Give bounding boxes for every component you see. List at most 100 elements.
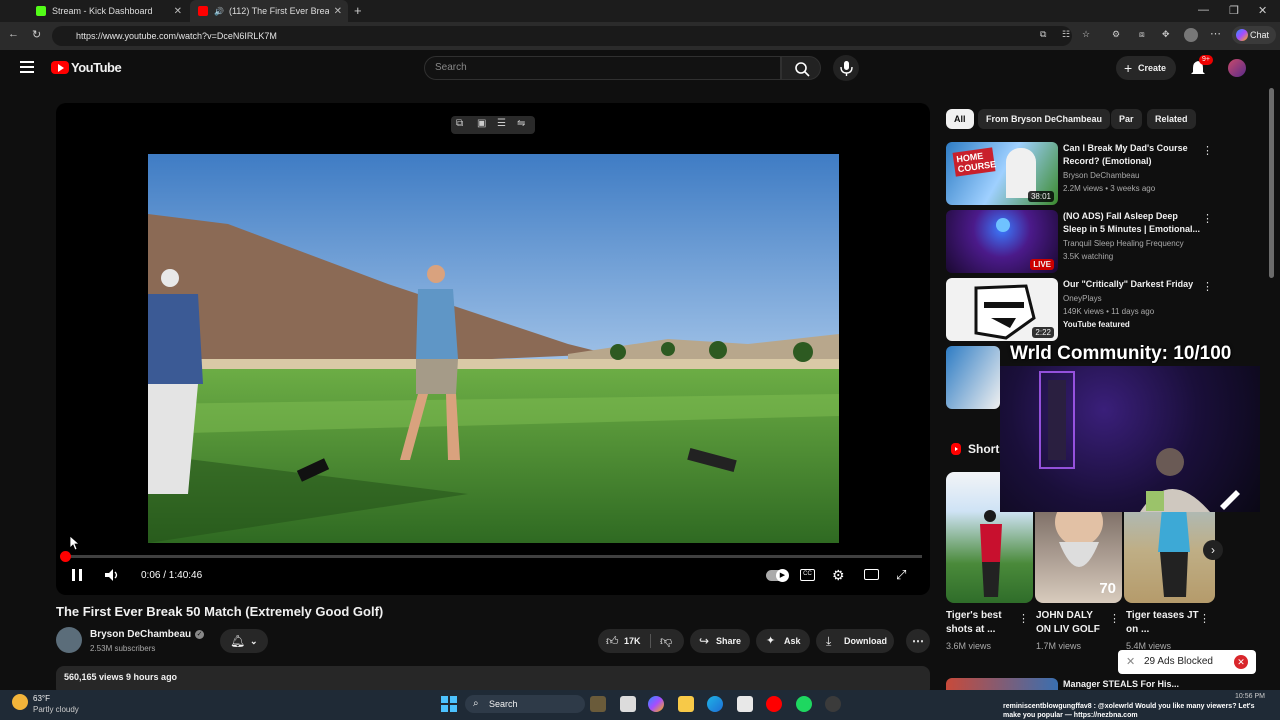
profile-avatar[interactable] bbox=[1184, 28, 1198, 42]
widgets-icon[interactable] bbox=[590, 696, 606, 712]
close-icon[interactable]: ✕ bbox=[1234, 655, 1248, 669]
scrollbar-thumb[interactable] bbox=[1269, 88, 1274, 278]
close-icon[interactable]: ✕ bbox=[174, 6, 182, 17]
tab-youtube[interactable]: 🔊 (112) The First Ever Break 5( ✕ bbox=[190, 0, 348, 22]
chip-all[interactable]: All bbox=[946, 109, 974, 129]
youtube-logo-text[interactable]: YouTube bbox=[71, 60, 122, 75]
channel-avatar[interactable] bbox=[56, 627, 82, 653]
recommended-channel[interactable]: Bryson DeChambeau bbox=[1063, 171, 1139, 180]
search-input[interactable]: Search bbox=[424, 56, 781, 80]
refresh-icon[interactable]: ↻ bbox=[32, 28, 41, 41]
copilot-icon[interactable] bbox=[648, 696, 664, 712]
back-icon[interactable]: ← bbox=[8, 28, 19, 40]
recommended-title[interactable]: Manager STEALS For His... bbox=[1063, 679, 1179, 689]
chevron-right-icon[interactable]: › bbox=[1203, 540, 1223, 560]
voice-search-button[interactable] bbox=[833, 55, 859, 81]
recommended-channel[interactable]: Tranquil Sleep Healing Frequency bbox=[1063, 239, 1184, 248]
weather-icon[interactable] bbox=[12, 694, 28, 710]
fullscreen-icon[interactable]: ⤢ bbox=[896, 567, 906, 583]
youtube-logo-icon[interactable] bbox=[51, 61, 69, 74]
windows-start-icon[interactable] bbox=[441, 696, 457, 712]
chip-par[interactable]: Par bbox=[1111, 109, 1142, 129]
task-view-icon[interactable] bbox=[620, 696, 636, 712]
share-button[interactable]: ↪ Share bbox=[690, 629, 750, 653]
recommended-title[interactable]: (NO ADS) Fall Asleep Deep Sleep in 5 Min… bbox=[1063, 210, 1203, 236]
new-tab-icon[interactable]: + bbox=[354, 3, 362, 18]
extension-icon[interactable]: ⧉ bbox=[1040, 29, 1046, 40]
volume-button[interactable] bbox=[104, 568, 120, 582]
chip-related[interactable]: Related bbox=[1147, 109, 1196, 129]
search-button[interactable] bbox=[781, 56, 821, 80]
recommended-title[interactable]: Our "Critically" Darkest Friday bbox=[1063, 278, 1203, 291]
more-vert-icon[interactable]: ⋮ bbox=[1199, 612, 1210, 625]
obs-icon[interactable] bbox=[825, 696, 841, 712]
recommended-video[interactable]: HOME COURSE 38:01 Can I Break My Dad's C… bbox=[946, 142, 1221, 206]
settings-gear-icon[interactable]: ⚙ bbox=[832, 567, 845, 584]
chip-from-channel[interactable]: From Bryson DeChambeau bbox=[978, 109, 1111, 129]
scrubber-handle[interactable] bbox=[60, 551, 71, 562]
spotify-icon[interactable] bbox=[796, 696, 812, 712]
taskbar-search[interactable]: ⌕ Search bbox=[465, 695, 585, 713]
store-icon[interactable] bbox=[737, 696, 753, 712]
reader-icon[interactable]: ☷ bbox=[1062, 29, 1070, 40]
favorite-icon[interactable]: ☆ bbox=[1082, 29, 1090, 40]
file-explorer-icon[interactable] bbox=[678, 696, 694, 712]
like-icon[interactable]: 👍︎ bbox=[606, 629, 619, 653]
maximize-icon[interactable]: ❐ bbox=[1229, 4, 1239, 17]
autoplay-toggle[interactable]: ▶ bbox=[766, 569, 789, 582]
youtube-app-icon[interactable] bbox=[766, 696, 782, 712]
account-avatar[interactable] bbox=[1228, 59, 1246, 77]
like-count[interactable]: 17K bbox=[624, 629, 641, 653]
download-button[interactable]: ⤓ Download bbox=[816, 629, 894, 653]
more-actions-icon[interactable]: ⋯ bbox=[906, 629, 930, 653]
pause-button[interactable] bbox=[72, 569, 82, 581]
edge-browser-icon[interactable] bbox=[707, 696, 723, 712]
copilot-chat-button[interactable]: Chat bbox=[1232, 26, 1276, 44]
recommended-video[interactable]: LIVE (NO ADS) Fall Asleep Deep Sleep in … bbox=[946, 210, 1221, 274]
notes-icon[interactable]: ☰ bbox=[497, 118, 506, 129]
screenshot-icon[interactable]: ⧉ bbox=[456, 118, 463, 129]
more-vert-icon[interactable]: ⋮ bbox=[1202, 144, 1213, 157]
close-icon[interactable]: ✕ bbox=[1126, 650, 1135, 674]
video-thumbnail[interactable]: HOME COURSE 38:01 bbox=[946, 142, 1058, 205]
close-window-icon[interactable]: ✕ bbox=[1258, 4, 1267, 17]
more-icon[interactable]: ⋯ bbox=[1210, 27, 1221, 40]
collections-icon[interactable]: ⧈ bbox=[1139, 29, 1145, 40]
notifications-button[interactable]: 9+ bbox=[1190, 55, 1213, 77]
ads-blocked-toast[interactable]: ✕ 29 Ads Blocked ✕ bbox=[1118, 650, 1256, 674]
channel-name[interactable]: Bryson DeChambeau bbox=[90, 629, 191, 640]
url-field[interactable]: https://www.youtube.com/watch?v=DceN6IRL… bbox=[52, 26, 1072, 46]
tab-kick-dashboard[interactable]: Stream - Kick Dashboard ✕ bbox=[28, 0, 188, 22]
minimize-icon[interactable]: — bbox=[1198, 4, 1209, 16]
subscribed-bell-button[interactable]: 🔔︎ ⌄ bbox=[220, 629, 268, 653]
theater-mode-icon[interactable] bbox=[864, 569, 879, 580]
extensions-puzzle-icon[interactable]: ✥ bbox=[1162, 29, 1170, 40]
menu-icon[interactable] bbox=[20, 61, 34, 73]
more-vert-icon[interactable]: ⋮ bbox=[1202, 212, 1213, 225]
kick-icon bbox=[36, 6, 46, 16]
more-vert-icon[interactable]: ⋮ bbox=[1109, 612, 1120, 625]
progress-bar[interactable] bbox=[60, 551, 922, 562]
more-vert-icon[interactable]: ⋮ bbox=[1018, 612, 1029, 625]
video-thumbnail[interactable] bbox=[946, 678, 1058, 690]
short-title[interactable]: Tiger's best shots at ... bbox=[946, 609, 1020, 637]
captions-icon[interactable]: CC bbox=[800, 569, 815, 581]
more-vert-icon[interactable]: ⋮ bbox=[1202, 280, 1213, 293]
volume-icon bbox=[105, 569, 118, 581]
ask-button[interactable]: ✦ Ask bbox=[756, 629, 810, 653]
recommended-video[interactable]: 2:22 Our "Critically" Darkest Friday One… bbox=[946, 278, 1221, 342]
video-thumbnail[interactable]: 2:22 bbox=[946, 278, 1058, 341]
recommended-channel[interactable]: OneyPlays bbox=[1063, 294, 1102, 303]
close-icon[interactable]: ✕ bbox=[334, 6, 342, 17]
video-thumbnail[interactable] bbox=[946, 346, 1000, 409]
short-title[interactable]: Tiger teases JT on ... bbox=[1126, 609, 1200, 637]
video-thumbnail[interactable]: LIVE bbox=[946, 210, 1058, 273]
translate-icon[interactable]: ⇋ bbox=[517, 118, 525, 129]
pip-icon[interactable]: ▣ bbox=[477, 118, 486, 129]
create-button[interactable]: + Create bbox=[1116, 56, 1176, 80]
settings-icon[interactable]: ⚙ bbox=[1112, 29, 1120, 40]
recommended-title[interactable]: Can I Break My Dad's Course Record? (Emo… bbox=[1063, 142, 1203, 168]
dislike-icon[interactable]: 👎︎ bbox=[660, 629, 672, 653]
short-title[interactable]: JOHN DALY ON LIV GOLF bbox=[1036, 609, 1110, 637]
video-player[interactable]: ⧉ ▣ ☰ ⇋ 0:06 / 1:40:46 ▶ CC ⚙ ⤢ bbox=[56, 103, 930, 595]
